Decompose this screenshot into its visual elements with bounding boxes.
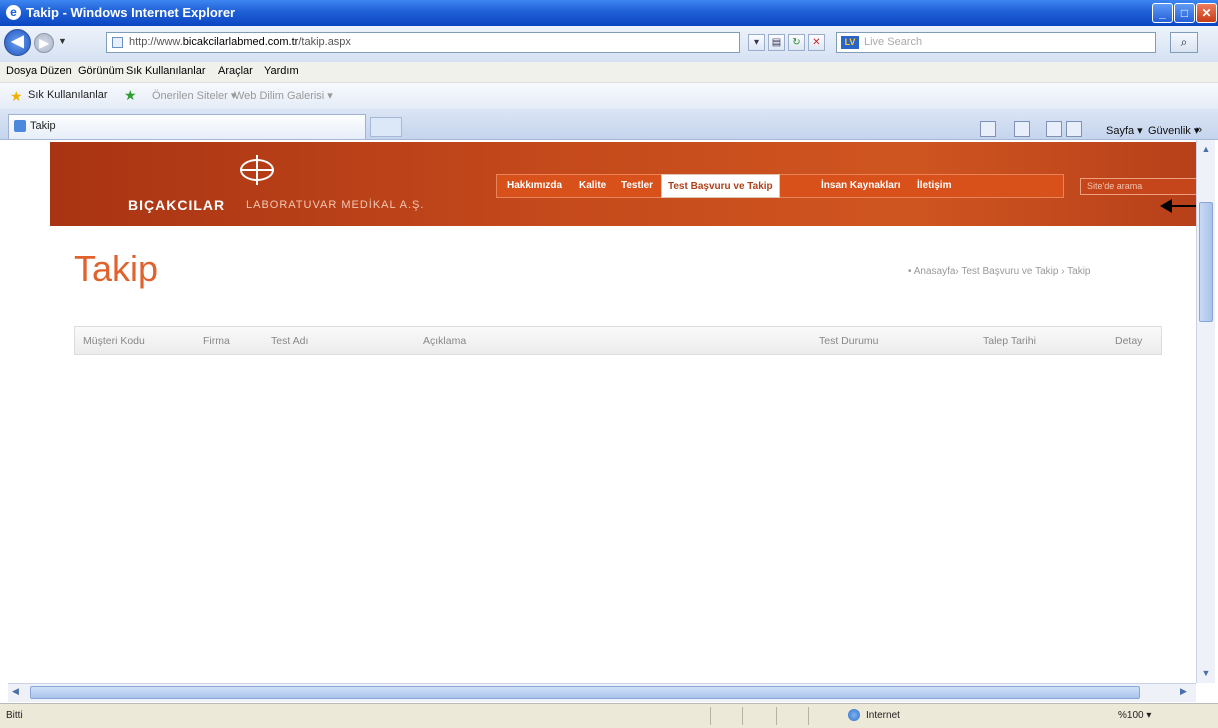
window-title: Takip - Windows Internet Explorer [26,5,236,20]
vertical-scroll-thumb[interactable] [1199,202,1213,322]
address-bar[interactable]: http://www.bicakcilarlabmed.com.tr/takip… [106,32,740,53]
safety-menu[interactable]: Güvenlik ▾ [1148,124,1199,137]
site-search-input[interactable]: Site'de arama ⌕ [1080,178,1196,195]
menu-bar: Dosya Düzen Görünüm Sık Kullanılanlar Ar… [0,62,1218,83]
tab-label: Takip [30,120,56,132]
favorites-label[interactable]: Sık Kullanılanlar [28,89,108,101]
horizontal-scroll-thumb[interactable] [30,686,1140,699]
menu-araclar[interactable]: Araçlar [218,65,253,77]
page-menu[interactable]: Sayfa ▾ [1106,124,1143,137]
status-text: Bitti [6,710,23,721]
url-text[interactable]: http://www.bicakcilarlabmed.com.tr/takip… [129,36,351,48]
site-nav: Hakkımızda Kalite Testler Test Başvuru v… [496,174,1064,198]
nav-kalite[interactable]: Kalite [579,180,606,191]
nav-testler[interactable]: Testler [621,180,653,191]
vertical-scrollbar[interactable]: ▲ ▼ [1196,140,1215,683]
more-commands[interactable]: » [1196,124,1202,136]
forward-arrow-icon: ▶ [39,36,49,50]
maximize-button[interactable]: □ [1174,3,1195,23]
window-titlebar: e Takip - Windows Internet Explorer _ □ … [0,0,1218,26]
scroll-up-icon[interactable]: ▲ [1199,142,1213,156]
col-musteri-kodu: Müşteri Kodu [83,335,145,347]
breadcrumb[interactable]: • Anasayfa› Test Başvuru ve Takip › Taki… [908,266,1091,277]
logo-mark-line [240,169,274,171]
refresh-icon[interactable]: ↻ [788,34,805,51]
compatibility-view-icon[interactable]: ▤ [768,34,785,51]
brand-subtitle: LABORATUVAR MEDİKAL A.Ş. [246,199,425,211]
nav-test-basvuru[interactable]: Test Başvuru ve Takip [661,174,780,198]
status-divider [742,707,743,725]
menu-yardim[interactable]: Yardım [264,65,299,77]
col-firma: Firma [203,335,230,347]
address-toolbar: ◀ ▶ ▼ http://www.bicakcilarlabmed.com.tr… [0,26,1218,62]
live-search-logo: LV [841,36,859,49]
back-arrow-icon: ◀ [11,33,24,50]
status-divider [710,707,711,725]
menu-sik-kullanilanlar[interactable]: Sık Kullanılanlar [126,65,206,77]
site-header: BIÇAKCILAR LABORATUVAR MEDİKAL A.Ş. Hakk… [50,142,1196,226]
favorites-bar: ★ Sık Kullanılanlar ★ Önerilen Siteler ▾… [0,83,1218,109]
favorites-star-icon[interactable]: ★ [10,88,23,105]
forward-button[interactable]: ▶ [34,33,54,53]
history-dropdown-icon[interactable]: ▼ [58,36,67,46]
col-talep-tarihi: Talep Tarihi [983,335,1036,347]
read-mail-icon[interactable] [1046,121,1062,137]
home-icon[interactable] [980,121,996,137]
status-bar: Bitti Internet %100 ▾ [0,703,1218,728]
page-title: Takip [74,248,159,289]
brand-name[interactable]: BIÇAKCILAR [128,197,225,213]
menu-duzen[interactable]: Düzen [40,65,72,77]
internet-zone-icon [848,709,860,721]
security-zone[interactable]: Internet [866,710,900,721]
tracking-table-header: Müşteri Kodu Firma Test Adı Açıklama Tes… [74,326,1162,355]
search-box[interactable]: LV Live Search [836,32,1156,53]
status-divider [808,707,809,725]
nav-iletisim[interactable]: İletişim [917,180,951,191]
stop-icon[interactable]: ✕ [808,34,825,51]
tab-row: Takip Sayfa ▾ Güvenlik ▾ » [0,109,1218,140]
status-divider [776,707,777,725]
scroll-down-icon[interactable]: ▼ [1199,666,1213,680]
site-search-placeholder: Site'de arama [1087,181,1143,191]
ie-logo-icon: e [6,5,21,20]
page-viewport: BIÇAKCILAR LABORATUVAR MEDİKAL A.Ş. Hakk… [8,140,1196,683]
search-icon: ⌕ [1180,35,1188,49]
close-button[interactable]: ✕ [1196,3,1217,23]
new-tab-button[interactable] [370,117,402,137]
add-favorite-icon[interactable]: ★ [124,87,137,104]
col-aciklama: Açıklama [423,335,467,347]
print-icon[interactable] [1066,121,1082,137]
tab-page-icon [14,120,26,132]
nav-insan-kaynaklari[interactable]: İnsan Kaynakları [821,180,900,191]
web-slice-gallery-link[interactable]: Web Dilim Galerisi ▾ [234,89,333,102]
address-dropdown-button[interactable]: ▾ [748,34,765,51]
nav-hakkimizda[interactable]: Hakkımızda [507,180,562,191]
search-placeholder: Live Search [864,36,923,48]
scroll-left-icon[interactable]: ◀ [12,686,19,697]
back-button[interactable]: ◀ [4,29,31,56]
feeds-icon[interactable] [1014,121,1030,137]
scroll-right-icon[interactable]: ▶ [1180,686,1187,697]
suggested-sites-link[interactable]: Önerilen Siteler ▾ [152,89,236,102]
search-go-button[interactable]: ⌕ [1170,32,1198,53]
col-detay: Detay [1115,335,1143,347]
menu-gorunum[interactable]: Görünüm [78,65,124,77]
page-icon [112,37,123,48]
col-test-durumu: Test Durumu [819,335,879,347]
minimize-button[interactable]: _ [1152,3,1173,23]
tab-takip[interactable]: Takip [8,114,366,139]
horizontal-scrollbar[interactable]: ◀ ▶ [8,683,1196,702]
menu-dosya[interactable]: Dosya [6,65,37,77]
col-test-adi: Test Adı [271,335,309,347]
zoom-level[interactable]: %100 ▾ [1118,710,1151,721]
